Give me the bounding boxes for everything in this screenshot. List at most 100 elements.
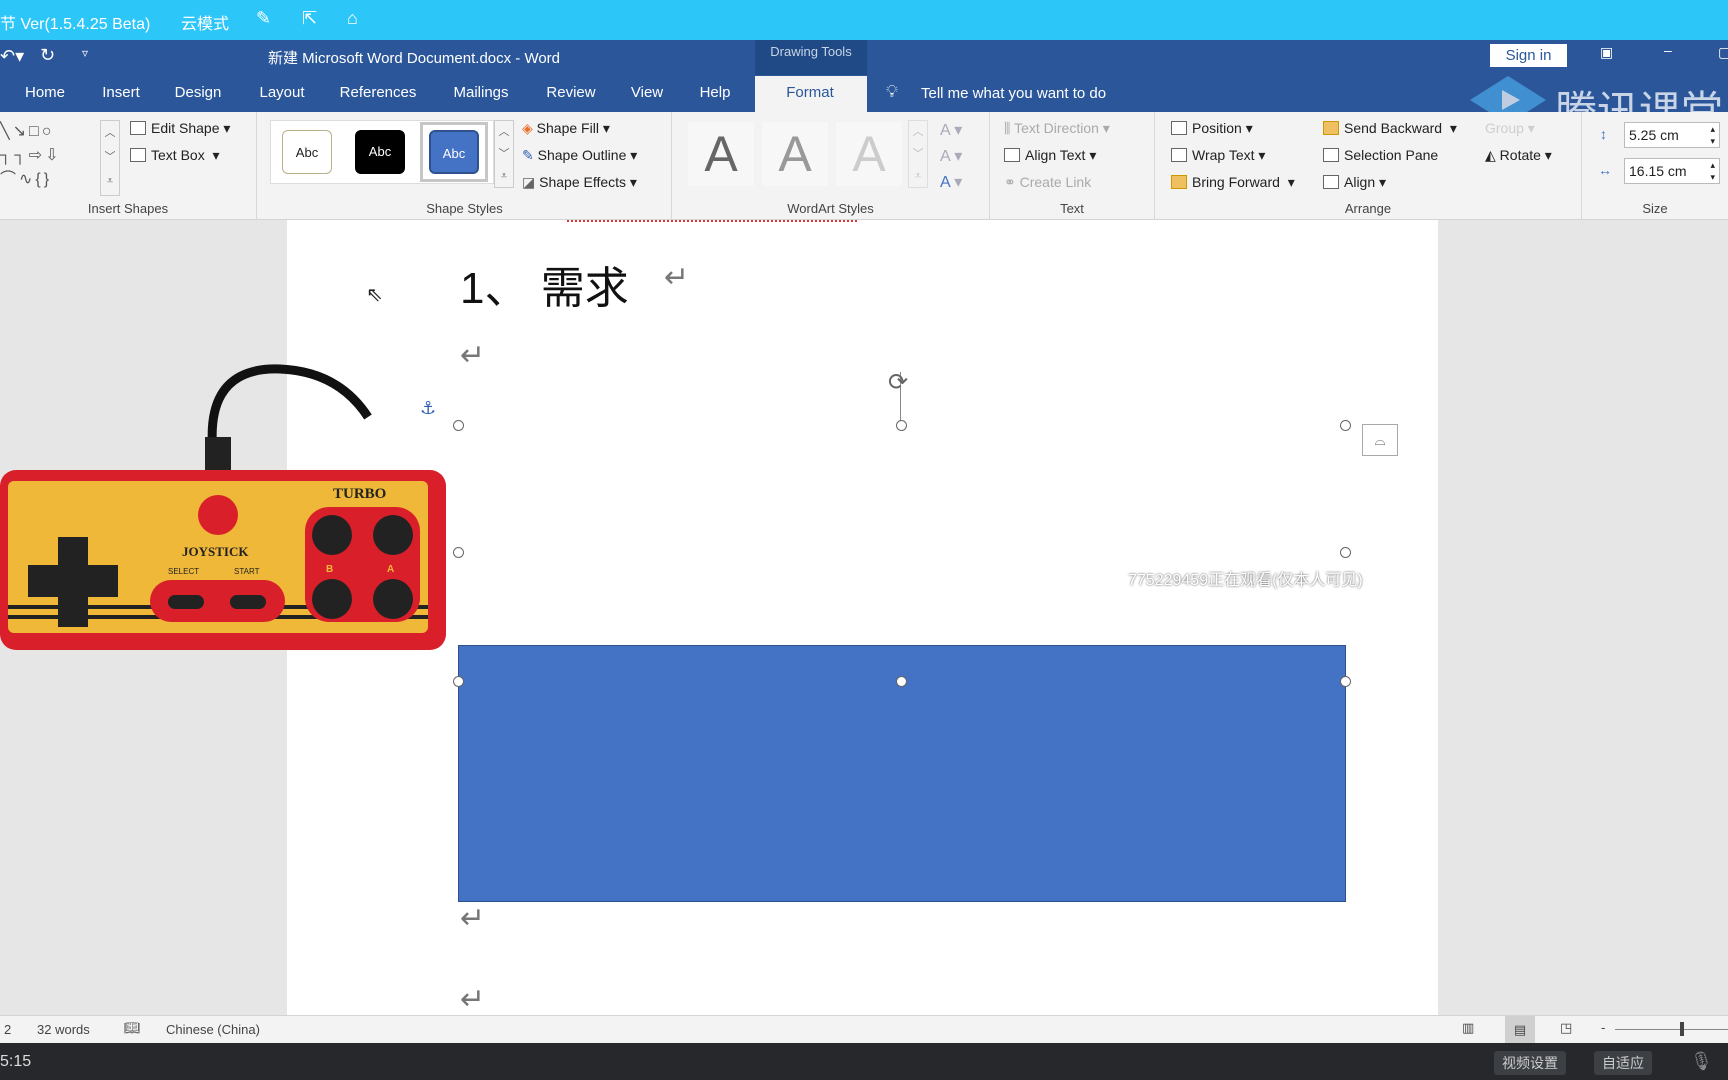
select-label: SELECT xyxy=(168,567,199,576)
size-group: ↕ 5.25 cm ▴ ▾ ↔ 16.15 cm ▴ ▾ Size xyxy=(1582,112,1728,220)
a-label: A xyxy=(387,564,394,575)
shape-outline-button[interactable]: ✎ Shape Outline ▾ xyxy=(522,147,637,164)
layout-options-icon[interactable]: ⌓ xyxy=(1362,424,1398,456)
text-box-button[interactable]: Text Box ▾ xyxy=(130,147,220,164)
wordart-gallery-scroll[interactable]: ︿ ﹀ ⩡ xyxy=(908,120,928,188)
resize-handle[interactable] xyxy=(896,420,907,431)
edit-shape-button[interactable]: Edit Shape ▾ xyxy=(130,120,230,137)
send-backward-button[interactable]: Send Backward ▾ xyxy=(1323,120,1457,137)
paragraph-mark: ↵ xyxy=(460,983,486,1015)
document-area: 1、 需求 ↵ ↵ ↵ ↵ ↵ ↵ ⇖ ⚓ TURBO JOYSTICK SEL… xyxy=(0,220,1728,1015)
customize-qat-icon[interactable]: ▿ xyxy=(82,46,88,60)
resize-handle[interactable] xyxy=(896,676,907,687)
align-button[interactable]: Align ▾ xyxy=(1323,174,1386,191)
resize-handle[interactable] xyxy=(1340,676,1351,687)
tab-layout[interactable]: Layout xyxy=(259,84,304,101)
home-icon[interactable]: ⌂ xyxy=(347,8,358,29)
read-mode-icon[interactable]: ▥ xyxy=(1462,1020,1474,1036)
tab-insert[interactable]: Insert xyxy=(102,84,140,101)
pen-icon: ✎ xyxy=(522,147,534,163)
sign-in-button[interactable]: Sign in xyxy=(1490,44,1567,67)
document-title: 新建 Microsoft Word Document.docx - Word xyxy=(268,50,561,67)
resize-handle[interactable] xyxy=(453,676,464,687)
position-icon xyxy=(1171,121,1187,135)
drawing-tools-label: Drawing Tools xyxy=(755,40,867,75)
proofing-icon[interactable]: 📖︎ xyxy=(124,1020,141,1036)
style-white[interactable]: Abc xyxy=(282,130,332,174)
text-box-icon xyxy=(130,148,146,162)
wordart-style-1[interactable]: A xyxy=(688,122,754,186)
undo-icon[interactable]: ↶▾ xyxy=(0,46,24,67)
shape-effects-button[interactable]: ◪ Shape Effects ▾ xyxy=(522,174,637,191)
wordart-style-2[interactable]: A xyxy=(762,122,828,186)
page-number[interactable]: 2 xyxy=(4,1022,11,1037)
paragraph-mark: ↵ xyxy=(460,339,486,372)
group-button[interactable]: Group ▾ xyxy=(1485,120,1535,137)
rotate-button[interactable]: ◭ Rotate ▾ xyxy=(1485,147,1552,164)
ribbon-display-icon[interactable]: ▣ xyxy=(1600,44,1613,61)
video-settings-button[interactable]: 视频设置 xyxy=(1494,1051,1566,1075)
zoom-slider[interactable] xyxy=(1615,1029,1728,1030)
align-text-icon xyxy=(1004,148,1020,162)
tab-review[interactable]: Review xyxy=(546,84,595,101)
zoom-slider-thumb[interactable] xyxy=(1680,1022,1684,1036)
word-count[interactable]: 32 words xyxy=(37,1022,90,1037)
adaptive-button[interactable]: 自适应 xyxy=(1594,1051,1652,1075)
bring-forward-icon xyxy=(1171,175,1187,189)
width-icon: ↔ xyxy=(1598,162,1612,178)
tell-me-search[interactable]: Tell me what you want to do xyxy=(921,85,1106,102)
position-button[interactable]: Position ▾ xyxy=(1171,120,1253,137)
shapes-gallery[interactable]: ╲↘□○ ┐┐⇨⇩ ⌒∿{} xyxy=(0,120,96,192)
ribbon: ╲↘□○ ┐┐⇨⇩ ⌒∿{} ︿ ﹀ ⩡ Edit Shape ▾ Text Box ▾… xyxy=(0,112,1728,220)
heading-text[interactable]: 1、 需求 xyxy=(460,252,629,316)
resize-handle[interactable] xyxy=(1340,547,1351,558)
align-icon xyxy=(1323,175,1339,189)
tab-home[interactable]: Home xyxy=(25,84,65,101)
tab-references[interactable]: References xyxy=(340,84,417,101)
edit-icon[interactable]: ✎ xyxy=(256,8,271,29)
style-black[interactable]: Abc xyxy=(355,130,405,174)
tab-mailings[interactable]: Mailings xyxy=(453,84,508,101)
group-label: Text xyxy=(1060,201,1084,216)
shape-height-input[interactable]: 5.25 cm ▴ ▾ xyxy=(1624,122,1720,148)
create-link-button[interactable]: ⚭ Create Link xyxy=(1004,174,1091,191)
style-blue[interactable]: Abc xyxy=(429,130,479,174)
styles-gallery-scroll[interactable]: ︿ ﹀ ⩡ xyxy=(494,120,514,188)
tab-view[interactable]: View xyxy=(631,84,663,101)
rotate-handle-icon[interactable]: ⟳ xyxy=(888,368,908,397)
wrap-text-button[interactable]: Wrap Text ▾ xyxy=(1171,147,1265,164)
joystick-image[interactable]: TURBO JOYSTICK SELECT START B A xyxy=(0,347,446,659)
effects-icon: ◪ xyxy=(522,174,536,190)
redo-icon[interactable]: ↻ xyxy=(40,45,55,66)
tab-help[interactable]: Help xyxy=(700,84,731,101)
resize-handle[interactable] xyxy=(453,420,464,431)
shapes-gallery-scroll[interactable]: ︿ ﹀ ⩡ xyxy=(100,120,120,196)
align-text-button[interactable]: Align Text ▾ xyxy=(1004,147,1096,164)
lightbulb-icon: 💡︎ xyxy=(886,82,898,101)
height-icon: ↕ xyxy=(1600,126,1607,142)
text-fill-outline-effects[interactable]: A ▾ A ▾ A ▾ xyxy=(940,118,962,196)
tab-design[interactable]: Design xyxy=(175,84,222,101)
b-label: B xyxy=(326,564,333,575)
arrange-group: Position ▾ Wrap Text ▾ Bring Forward ▾ S… xyxy=(1155,112,1582,220)
web-layout-icon[interactable]: ◳ xyxy=(1560,1020,1572,1036)
wordart-style-3[interactable]: A xyxy=(836,122,902,186)
language[interactable]: Chinese (China) xyxy=(166,1022,260,1037)
text-direction-button[interactable]: ⫼ Text Direction ▾ xyxy=(1004,120,1110,137)
tab-format[interactable]: Format xyxy=(786,84,834,101)
print-layout-icon[interactable]: ▤ xyxy=(1505,1016,1535,1043)
playback-time: 5:15 xyxy=(0,1053,32,1070)
zoom-out-button[interactable]: - xyxy=(1601,1020,1605,1035)
microphone-muted-icon[interactable]: 🎙︎ xyxy=(1690,1051,1713,1072)
paint-bucket-icon: ◈ xyxy=(522,120,533,136)
restore-icon[interactable]: ▢ xyxy=(1718,44,1728,61)
share-icon[interactable]: ⇱ xyxy=(302,8,317,29)
shape-fill-button[interactable]: ◈ Shape Fill ▾ xyxy=(522,120,610,137)
bring-forward-button[interactable]: Bring Forward ▾ xyxy=(1171,174,1295,191)
resize-handle[interactable] xyxy=(453,547,464,558)
minimize-icon[interactable]: – xyxy=(1664,42,1672,58)
shape-width-input[interactable]: 16.15 cm ▴ ▾ xyxy=(1624,158,1720,184)
resize-handle[interactable] xyxy=(1340,420,1351,431)
selection-pane-button[interactable]: Selection Pane xyxy=(1323,147,1438,163)
edit-shape-icon xyxy=(130,121,146,135)
